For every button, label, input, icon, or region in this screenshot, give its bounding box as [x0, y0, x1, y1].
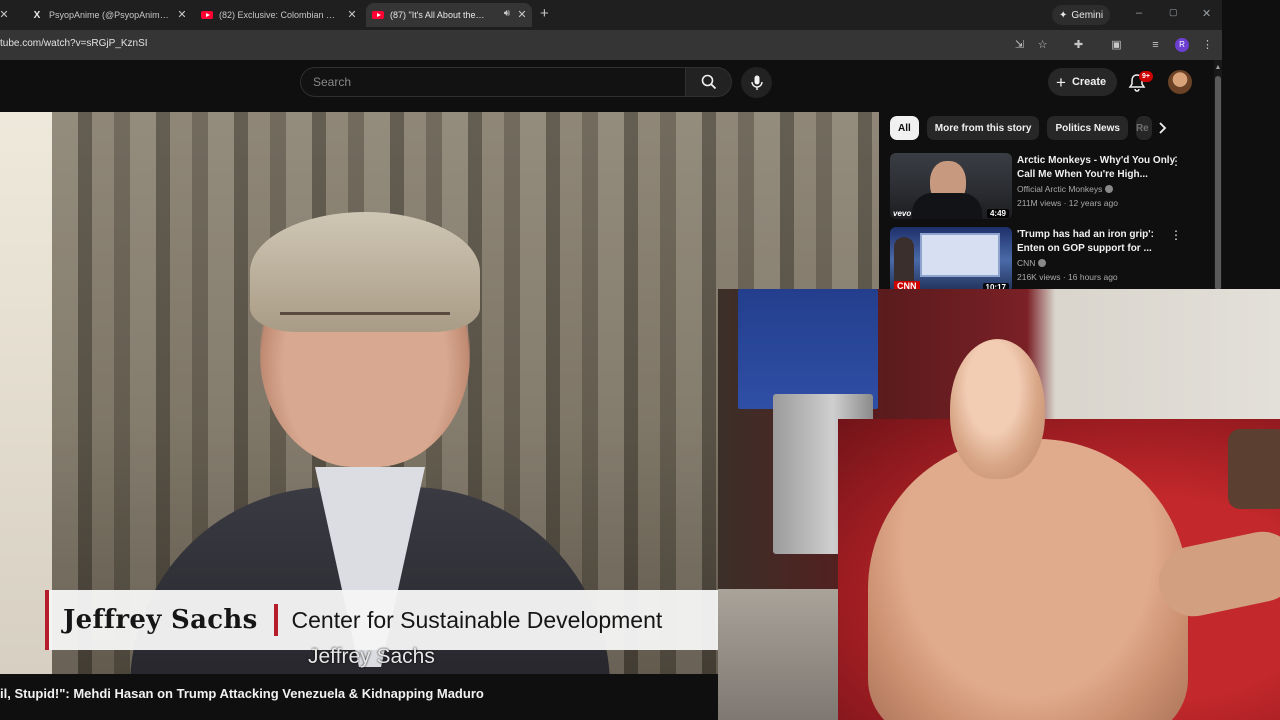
desktop-edge	[1222, 0, 1280, 290]
browser-tab-bar: ✕ X PsyopAnime (@PsyopAnime) / ✕ (82) Ex…	[0, 0, 1222, 30]
notification-badge: 9+	[1139, 71, 1153, 82]
tab-active-oil[interactable]: (87) "It's All About the Oil, S 🔊︎ ✕	[366, 3, 532, 27]
recommendation-item[interactable]: CNN 10:17 'Trump has had an iron grip': …	[890, 227, 1190, 293]
caption-name: Jeffrey Sachs	[308, 645, 435, 668]
address-bar: tube.com/watch?v=sRGjP_KznSI ⇲ ☆ ✚ ▣ ≡ ⋮	[0, 30, 1222, 60]
banner-divider	[273, 604, 278, 636]
tab-psyopanime[interactable]: X PsyopAnime (@PsyopAnime) / ✕	[26, 3, 192, 27]
channel-label: Official Arctic Monkeys	[1017, 184, 1103, 194]
new-tab-button[interactable]: +	[540, 6, 549, 22]
maximize-icon[interactable]: ▢	[1169, 7, 1178, 18]
account-avatar[interactable]	[1168, 70, 1192, 94]
chip-all[interactable]: All	[890, 116, 919, 140]
chip-politics-news[interactable]: Politics News	[1047, 116, 1128, 140]
speaker-icon[interactable]: 🔊︎	[504, 8, 510, 19]
bookmark-star-icon[interactable]: ☆	[1036, 39, 1049, 52]
chevron-right-icon[interactable]	[1154, 120, 1170, 136]
more-options-icon[interactable]: ⋮	[1170, 155, 1182, 169]
recommendation-title[interactable]: 'Trump has had an iron grip': Enten on G…	[1017, 228, 1182, 256]
search-box[interactable]	[300, 67, 686, 97]
sparkle-icon: ✦	[1059, 9, 1068, 21]
video-meta: 211M views · 12 years ago	[1017, 198, 1118, 208]
youtube-icon	[201, 9, 213, 21]
tab-label: (82) Exclusive: Colombian presi	[219, 10, 339, 20]
more-options-icon[interactable]: ⋮	[1170, 229, 1182, 243]
tab-label: PsyopAnime (@PsyopAnime) /	[49, 10, 169, 20]
tab-partial[interactable]: ✕	[0, 3, 16, 27]
media-controls-icon[interactable]: ≡	[1149, 39, 1162, 52]
tab-colombian[interactable]: (82) Exclusive: Colombian presi ✕	[196, 3, 362, 27]
gemini-button[interactable]: ✦ Gemini	[1052, 5, 1111, 25]
search-input[interactable]	[313, 75, 673, 89]
plus-icon: +	[1056, 72, 1066, 92]
recommendation-title[interactable]: Arctic Monkeys - Why'd You Only Call Me …	[1017, 154, 1182, 182]
voice-search-button[interactable]	[741, 67, 772, 98]
create-label: Create	[1071, 76, 1107, 88]
video-thumbnail[interactable]: CNN 10:17	[890, 227, 1012, 293]
minimize-icon[interactable]: –	[1136, 7, 1142, 19]
video-meta: 216K views · 16 hours ago	[1017, 272, 1118, 282]
verified-icon	[1105, 185, 1114, 193]
gemini-label: Gemini	[1071, 9, 1104, 21]
channel-label: CNN	[1017, 258, 1036, 268]
video-duration: 4:49	[986, 209, 1009, 218]
verified-icon	[1038, 259, 1047, 267]
window-close-icon[interactable]: ✕	[1202, 7, 1211, 20]
extensions-icon[interactable]: ✚	[1072, 39, 1085, 52]
speaker-affiliation: Center for Sustainable Development	[291, 606, 663, 633]
lower-third-banner: Jeffrey Sachs Center for Sustainable Dev…	[45, 590, 718, 650]
x-icon: X	[33, 9, 41, 21]
speaker-name: Jeffrey Sachs	[63, 605, 258, 635]
tab-label: (87) "It's All About the Oil, S	[390, 10, 486, 20]
screen: ✕ X PsyopAnime (@PsyopAnime) / ✕ (82) Ex…	[0, 0, 1280, 720]
video-thumbnail[interactable]: vevo 4:49	[890, 153, 1012, 219]
close-icon[interactable]: ✕	[0, 9, 10, 21]
youtube-icon	[372, 9, 384, 21]
youtube-header: + Create 9+	[0, 60, 1214, 112]
url-text[interactable]: tube.com/watch?v=sRGjP_KznSI	[0, 38, 148, 49]
close-icon[interactable]: ✕	[516, 9, 528, 21]
scrollbar-thumb[interactable]	[1215, 76, 1221, 290]
search-icon	[701, 74, 716, 90]
scroll-up-icon[interactable]: ▲	[1214, 64, 1222, 71]
filter-chips: All More from this story Politics News R…	[890, 116, 1152, 140]
profile-avatar[interactable]: R	[1175, 38, 1189, 52]
chip-partial[interactable]: Re	[1135, 116, 1152, 140]
recommendation-item[interactable]: vevo 4:49 Arctic Monkeys - Why'd You Onl…	[890, 153, 1190, 219]
channel-name[interactable]: CNN	[1017, 258, 1047, 268]
split-view-icon[interactable]: ▣	[1110, 39, 1123, 52]
search-button[interactable]	[685, 67, 732, 97]
chip-more-from-story[interactable]: More from this story	[926, 116, 1040, 140]
create-button[interactable]: + Create	[1048, 68, 1118, 96]
channel-name[interactable]: Official Arctic Monkeys	[1017, 184, 1114, 194]
microphone-icon	[750, 75, 763, 90]
close-icon[interactable]: ✕	[176, 9, 188, 21]
install-app-icon[interactable]: ⇲	[1013, 39, 1026, 52]
thumb-badge: vevo	[893, 209, 912, 218]
browser-menu-icon[interactable]: ⋮	[1201, 39, 1214, 52]
webcam-overlay	[718, 289, 1280, 720]
close-icon[interactable]: ✕	[346, 9, 358, 21]
video-title: il, Stupid!": Mehdi Hasan on Trump Attac…	[0, 686, 484, 701]
